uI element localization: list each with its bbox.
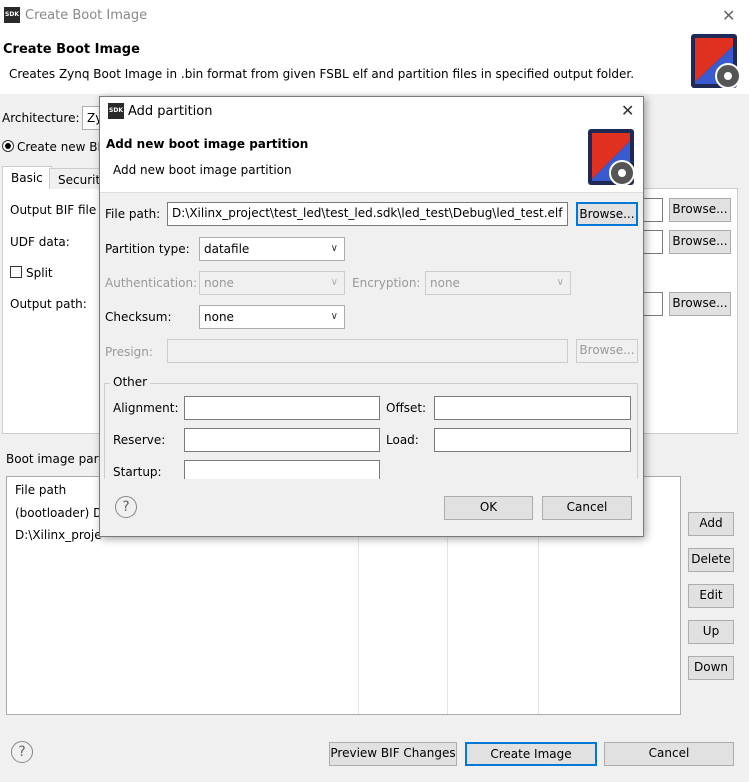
udf-browse-button[interactable]: Browse... bbox=[669, 230, 731, 254]
partition-type-label: Partition type: bbox=[105, 242, 190, 256]
tab-basic[interactable]: Basic bbox=[2, 166, 52, 189]
add-partition-dialog: SDK Add partition ✕ Add new boot image p… bbox=[99, 96, 644, 537]
alignment-label: Alignment: bbox=[113, 401, 179, 415]
offset-input[interactable] bbox=[434, 396, 631, 420]
boot-partitions-label: Boot image par bbox=[6, 452, 99, 466]
cancel-button[interactable]: Cancel bbox=[604, 742, 734, 766]
split-checkbox[interactable] bbox=[10, 266, 22, 278]
reserve-label: Reserve: bbox=[113, 433, 166, 447]
chevron-down-icon: ∨ bbox=[330, 311, 338, 322]
window-close-icon[interactable]: ✕ bbox=[722, 8, 735, 24]
checksum-select[interactable]: none ∨ bbox=[199, 305, 345, 329]
encryption-select: none ∨ bbox=[425, 271, 571, 295]
presign-browse-button: Browse... bbox=[576, 339, 638, 363]
create-new-bif-label: Create new BI bbox=[17, 140, 102, 154]
offset-label: Offset: bbox=[386, 401, 427, 415]
file-path-input[interactable]: D:\Xilinx_project\test_led\test_led.sdk\… bbox=[167, 202, 568, 226]
startup-label: Startup: bbox=[113, 465, 162, 479]
sdk-gear-icon bbox=[588, 129, 635, 186]
dialog-close-icon[interactable]: ✕ bbox=[621, 103, 634, 119]
dialog-title: Add partition bbox=[128, 104, 213, 119]
file-path-label: File path: bbox=[105, 207, 161, 221]
window-title: Create Boot Image bbox=[25, 8, 148, 23]
page-description: Creates Zynq Boot Image in .bin format f… bbox=[9, 67, 635, 81]
dialog-button-bar: ? OK Cancel bbox=[100, 479, 643, 536]
output-bif-browse-button[interactable]: Browse... bbox=[669, 198, 731, 222]
checksum-label: Checksum: bbox=[105, 310, 172, 324]
output-bif-label: Output BIF file bbox=[10, 203, 97, 217]
dialog-header: Add new boot image partition Add new boo… bbox=[100, 125, 643, 193]
page-title: Create Boot Image bbox=[3, 42, 140, 57]
chevron-down-icon: ∨ bbox=[330, 277, 338, 288]
edit-button[interactable]: Edit bbox=[688, 584, 734, 608]
dialog-heading: Add new boot image partition bbox=[106, 137, 309, 151]
udf-label: UDF data: bbox=[10, 235, 70, 249]
up-button[interactable]: Up bbox=[688, 620, 734, 644]
sdk-app-icon: SDK bbox=[4, 7, 20, 23]
sdk-gear-icon bbox=[691, 34, 741, 89]
dialog-cancel-button[interactable]: Cancel bbox=[542, 496, 632, 520]
load-input[interactable] bbox=[434, 428, 631, 452]
authentication-select: none ∨ bbox=[199, 271, 345, 295]
load-label: Load: bbox=[386, 433, 419, 447]
alignment-input[interactable] bbox=[184, 396, 380, 420]
architecture-label: Architecture: bbox=[2, 111, 80, 125]
output-path-label: Output path: bbox=[10, 297, 87, 311]
other-group-label: Other bbox=[110, 375, 151, 389]
encryption-label: Encryption: bbox=[352, 276, 421, 290]
help-icon[interactable]: ? bbox=[11, 741, 33, 763]
create-new-bif-radio[interactable] bbox=[2, 140, 14, 152]
sdk-dialog-icon: SDK bbox=[108, 103, 124, 119]
delete-button[interactable]: Delete bbox=[688, 548, 734, 572]
chevron-down-icon: ∨ bbox=[556, 277, 564, 288]
down-button[interactable]: Down bbox=[688, 656, 734, 680]
window-titlebar: SDK Create Boot Image ✕ bbox=[0, 0, 749, 32]
partition-type-select[interactable]: datafile ∨ bbox=[199, 237, 345, 261]
table-row[interactable]: (bootloader) D bbox=[15, 506, 102, 520]
reserve-input[interactable] bbox=[184, 428, 380, 452]
page-header: Create Boot Image Creates Zynq Boot Imag… bbox=[0, 32, 749, 94]
table-row[interactable]: D:\Xilinx_proje bbox=[15, 528, 102, 542]
output-path-browse-button[interactable]: Browse... bbox=[669, 292, 731, 316]
dialog-subheading: Add new boot image partition bbox=[113, 163, 292, 177]
split-label: Split bbox=[26, 266, 53, 280]
dialog-titlebar: SDK Add partition ✕ bbox=[100, 97, 643, 125]
presign-input bbox=[167, 339, 568, 363]
add-button[interactable]: Add bbox=[688, 512, 734, 536]
chevron-down-icon: ∨ bbox=[330, 243, 338, 254]
ok-button[interactable]: OK bbox=[444, 496, 533, 520]
authentication-label: Authentication: bbox=[105, 276, 198, 290]
preview-bif-button[interactable]: Preview BIF Changes bbox=[329, 742, 457, 766]
file-path-browse-button[interactable]: Browse... bbox=[576, 202, 638, 226]
create-image-button[interactable]: Create Image bbox=[465, 742, 597, 766]
table-header-file-path: File path bbox=[15, 483, 67, 497]
dialog-help-icon[interactable]: ? bbox=[115, 496, 137, 518]
presign-label: Presign: bbox=[105, 345, 153, 359]
